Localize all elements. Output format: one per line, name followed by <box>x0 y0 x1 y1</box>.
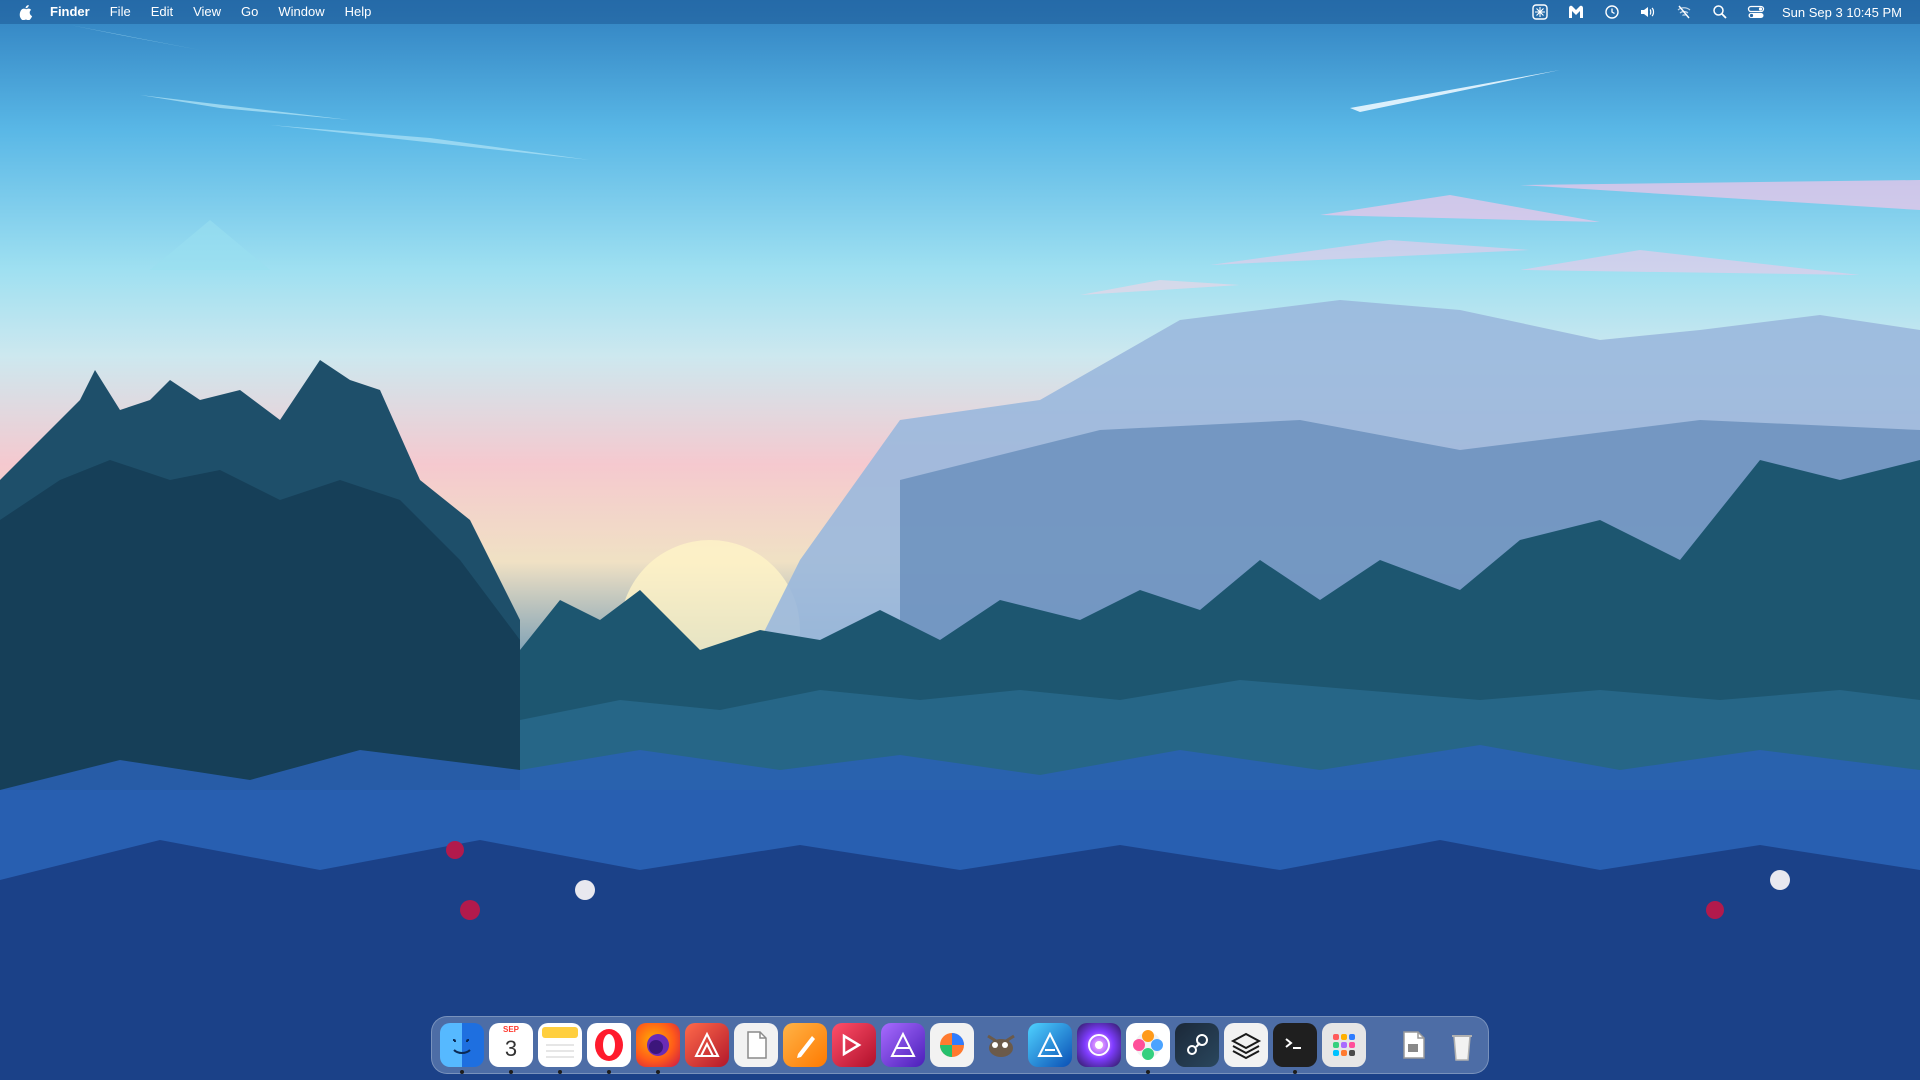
affinity-photo-icon <box>890 1031 916 1057</box>
dock-app-photos[interactable] <box>1126 1023 1170 1074</box>
running-indicator <box>656 1070 660 1074</box>
parallels-layers-icon <box>1230 1032 1262 1060</box>
calendar-day: 3 <box>504 1036 518 1061</box>
menu-app-name[interactable]: Finder <box>50 0 100 24</box>
document-folder-icon <box>1403 1031 1425 1059</box>
trash-icon <box>1452 1035 1472 1061</box>
apple-icon[interactable] <box>18 3 34 21</box>
running-indicator <box>1146 1070 1150 1074</box>
dock-app-davinci-resolve[interactable] <box>1077 1023 1121 1067</box>
gimp-icon <box>987 1034 1015 1057</box>
pixelmator-icon <box>940 1033 964 1057</box>
dock-app-terminal[interactable] <box>1273 1023 1317 1074</box>
time-machine-icon[interactable] <box>1602 3 1622 21</box>
dock-app-opera[interactable] <box>587 1023 631 1074</box>
control-center-icon[interactable] <box>1746 3 1766 21</box>
dock: SEP 3 <box>431 1016 1489 1074</box>
opera-icon <box>595 1029 623 1061</box>
dock-app-affinity-designer[interactable] <box>1028 1023 1072 1067</box>
desktop[interactable]: Finder File Edit View Go Window Help Sun… <box>0 0 1920 1080</box>
dock-app-finder[interactable] <box>440 1023 484 1074</box>
dock-app-steam[interactable] <box>1175 1023 1219 1067</box>
dock-app-gimp[interactable] <box>979 1023 1023 1067</box>
pdf-expert-icon <box>842 1033 862 1057</box>
menu-file[interactable]: File <box>100 0 141 24</box>
dock-app-affinity-photo[interactable] <box>881 1023 925 1067</box>
photos-icon <box>1133 1030 1163 1060</box>
menu-help[interactable]: Help <box>335 0 382 24</box>
textedit-icon <box>747 1031 767 1059</box>
dock-app-launchpad[interactable] <box>1322 1023 1366 1067</box>
menu-bar: Finder File Edit View Go Window Help Sun… <box>0 0 1920 24</box>
affinity-publisher-icon <box>694 1031 720 1057</box>
menu-window[interactable]: Window <box>268 0 334 24</box>
firefox-icon <box>647 1034 669 1056</box>
dock-app-parallels[interactable] <box>1224 1023 1268 1067</box>
wallpaper <box>0 25 1920 1080</box>
menu-edit[interactable]: Edit <box>141 0 183 24</box>
dock-app-calendar[interactable]: SEP 3 <box>489 1023 533 1074</box>
menu-go[interactable]: Go <box>231 0 268 24</box>
finder-icon <box>452 1039 471 1054</box>
volume-icon[interactable] <box>1638 3 1658 21</box>
running-indicator <box>607 1070 611 1074</box>
terminal-icon <box>1285 1038 1301 1049</box>
davinci-resolve-icon <box>1088 1034 1110 1056</box>
affinity-designer-icon <box>1037 1031 1063 1057</box>
menu-view[interactable]: View <box>183 0 231 24</box>
launchpad-icon <box>1333 1034 1355 1056</box>
calendar-month: SEP <box>502 1025 519 1034</box>
dock-app-notes[interactable] <box>538 1023 582 1074</box>
snowflake-icon[interactable] <box>1530 3 1550 21</box>
steam-icon <box>1187 1034 1208 1055</box>
menu-bar-right: Sun Sep 3 10:45 PM <box>1514 0 1920 24</box>
running-indicator <box>558 1070 562 1074</box>
running-indicator <box>1293 1070 1297 1074</box>
wifi-off-icon[interactable] <box>1674 3 1694 21</box>
dock-app-pages[interactable] <box>783 1023 827 1067</box>
malwarebytes-icon[interactable] <box>1566 3 1586 21</box>
pages-icon <box>797 1036 815 1058</box>
menu-clock[interactable]: Sun Sep 3 10:45 PM <box>1782 5 1902 20</box>
dock-stack-documents[interactable] <box>1391 1023 1435 1067</box>
notes-icon <box>542 1027 578 1058</box>
dock-app-textedit[interactable] <box>734 1023 778 1067</box>
spotlight-search-icon[interactable] <box>1710 3 1730 21</box>
dock-app-pixelmator[interactable] <box>930 1023 974 1067</box>
running-indicator <box>460 1070 464 1074</box>
dock-app-affinity-publisher[interactable] <box>685 1023 729 1067</box>
menu-bar-left: Finder File Edit View Go Window Help <box>0 0 381 24</box>
dock-app-firefox[interactable] <box>636 1023 680 1074</box>
dock-trash[interactable] <box>1440 1023 1484 1067</box>
running-indicator <box>509 1070 513 1074</box>
dock-app-pdf-expert[interactable] <box>832 1023 876 1067</box>
